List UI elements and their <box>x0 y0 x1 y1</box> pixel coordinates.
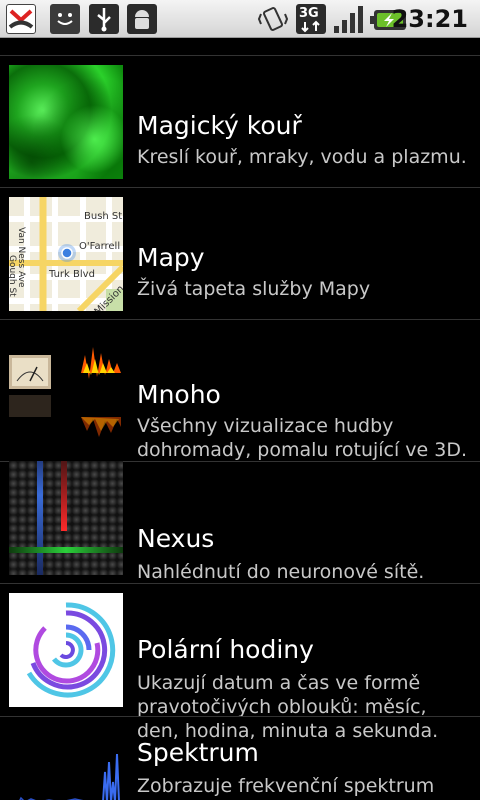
list-item-description: Nahlédnutí do neuronové sítě. <box>137 561 425 583</box>
list-item-spectrum[interactable]: Spektrum Zobrazuje frekvenční spektrum <box>0 717 480 800</box>
spectrum-thumbnail <box>9 726 123 800</box>
list-item-description: Zobrazuje frekvenční spektrum <box>137 775 435 797</box>
magic-smoke-thumbnail <box>9 65 123 179</box>
list-item-many[interactable]: Mnoho Všechny vizualizace hudby dohromad… <box>0 320 480 461</box>
list-item-title: Polární hodiny <box>137 635 314 664</box>
list-item-title: Mapy <box>137 243 205 272</box>
vibrate-icon <box>257 5 289 37</box>
map-street-label: Turk Blvd <box>49 269 95 280</box>
list-item-polar-clock[interactable]: Polární hodiny Ukazují datum a čas ve fo… <box>0 584 480 742</box>
android-debug-icon <box>127 4 157 34</box>
list-item-magic-smoke[interactable]: Magický kouř Kreslí kouř, mraky, vodu a … <box>0 56 480 187</box>
list-item-title: Nexus <box>137 524 215 553</box>
map-street-label: Van Ness Ave <box>16 227 26 288</box>
usb-icon <box>89 4 119 34</box>
signal-icon <box>333 4 365 38</box>
live-wallpaper-list[interactable]: Magický kouř Kreslí kouř, mraky, vodu a … <box>0 38 480 800</box>
list-item-description: Kreslí kouř, mraky, vodu a plazmu. <box>137 146 467 168</box>
many-thumbnail <box>9 333 123 447</box>
list-item-title: Mnoho <box>137 380 221 409</box>
list-item-title: Magický kouř <box>137 111 302 140</box>
maps-thumbnail: Van Ness Ave Bush St O'Farrell Turk Blvd… <box>9 197 123 311</box>
status-bar[interactable]: 3G 23:21 <box>0 0 480 38</box>
missed-call-icon <box>6 4 36 34</box>
list-item-title: Spektrum <box>137 738 259 767</box>
list-item-nexus[interactable]: Nexus Nahlédnutí do neuronové sítě. <box>0 461 480 583</box>
polar-clock-thumbnail <box>9 593 123 707</box>
nexus-thumbnail <box>9 461 123 575</box>
network-3g-icon: 3G <box>296 4 326 34</box>
list-item-maps[interactable]: Van Ness Ave Bush St O'Farrell Turk Blvd… <box>0 188 480 319</box>
list-item-description: Všechny vizualizace hudby dohromady, pom… <box>137 415 468 461</box>
map-street-label: Gough St <box>9 255 17 297</box>
map-street-label: Bush St <box>84 211 123 222</box>
list-item-description: Živá tapeta služby Mapy <box>137 278 371 300</box>
map-street-label: O'Farrell <box>79 241 121 252</box>
status-clock: 23:21 <box>391 5 468 33</box>
chat-icon <box>50 4 80 34</box>
